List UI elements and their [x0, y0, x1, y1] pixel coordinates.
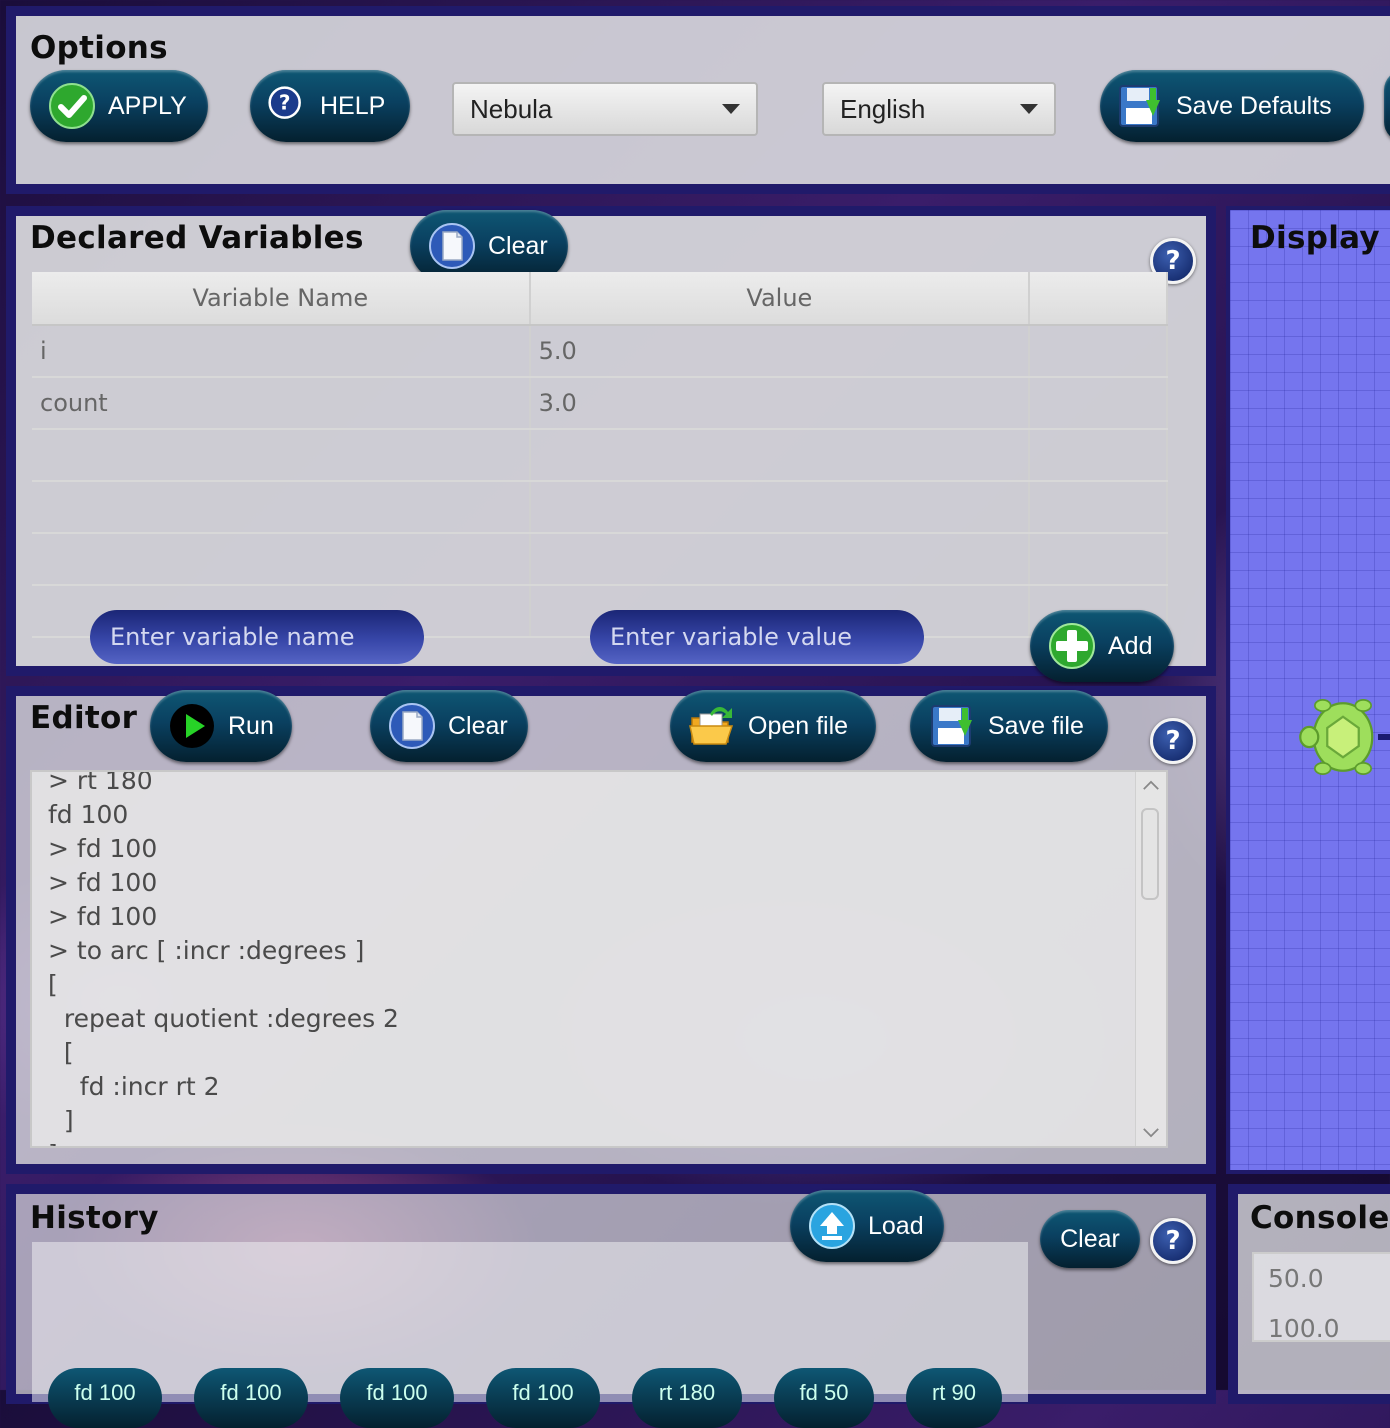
history-chip[interactable]: fd 100 [194, 1368, 308, 1428]
table-row-empty [32, 533, 1168, 586]
options-extra-button[interactable] [1384, 70, 1390, 142]
language-select[interactable]: English [822, 82, 1056, 136]
code-line: [ [48, 1038, 74, 1067]
svg-text:?: ? [279, 90, 291, 114]
theme-select[interactable]: Nebula [452, 82, 758, 136]
editor-title: Editor [30, 700, 138, 736]
turtle-trail-line [1378, 734, 1390, 740]
open-file-label: Open file [748, 711, 849, 740]
variable-value-input[interactable]: Enter variable value [590, 610, 924, 664]
history-chip[interactable]: fd 100 [48, 1368, 162, 1428]
help-button[interactable]: ? HELP [250, 70, 410, 142]
editor-help-icon[interactable]: ? [1150, 718, 1196, 764]
clear-document-icon [429, 223, 475, 269]
variables-table: Variable Name Value i 5.0 count 3.0 [32, 272, 1168, 638]
chevron-down-icon[interactable] [1142, 1127, 1160, 1138]
console-output: 50.0 100.0 [1252, 1252, 1390, 1343]
upload-icon [809, 1203, 855, 1249]
add-variable-button[interactable]: Add [1030, 610, 1174, 682]
editor-scroll-thumb[interactable] [1141, 808, 1159, 900]
variable-value-cell[interactable]: 3.0 [529, 377, 1031, 430]
table-row[interactable]: count 3.0 [32, 377, 1168, 430]
run-button[interactable]: Run [150, 690, 292, 762]
history-chip[interactable]: fd 50 [774, 1368, 874, 1428]
code-line: > fd 100 [48, 834, 158, 863]
console-title: Console [1250, 1200, 1390, 1236]
column-header-value[interactable]: Value [529, 272, 1031, 326]
console-line: 100.0 [1268, 1314, 1340, 1343]
history-clear-button[interactable]: Clear [1040, 1210, 1140, 1268]
history-help-icon[interactable]: ? [1150, 1218, 1196, 1264]
floppy-save-icon [931, 705, 972, 747]
code-line: > fd 100 [48, 868, 158, 897]
question-icon: ? [268, 86, 301, 119]
help-label: HELP [320, 91, 386, 120]
save-defaults-button[interactable]: Save Defaults [1100, 70, 1364, 142]
history-chip[interactable]: fd 100 [340, 1368, 454, 1428]
display-panel: Display [1226, 206, 1390, 1174]
code-line: [ [48, 970, 58, 999]
display-title: Display [1250, 220, 1380, 256]
theme-select-value: Nebula [470, 93, 553, 124]
code-line: > to arc [ :incr :degrees ] [48, 936, 365, 965]
variable-name-cell[interactable]: i [32, 325, 531, 378]
editor-scrollbar[interactable] [1135, 772, 1166, 1146]
history-chip[interactable]: rt 90 [906, 1368, 1002, 1428]
save-defaults-label: Save Defaults [1176, 91, 1332, 120]
play-icon [170, 704, 214, 748]
code-line: > fd 100 [48, 902, 158, 931]
history-chip[interactable]: fd 100 [486, 1368, 600, 1428]
language-select-value: English [840, 93, 926, 124]
options-panel: Options APPLY ? HELP Nebula English Save… [6, 6, 1390, 194]
apply-button[interactable]: APPLY [30, 70, 208, 142]
history-load-label: Load [868, 1211, 924, 1240]
clear-document-icon [389, 703, 435, 749]
code-line: fd :incr rt 2 [48, 1072, 220, 1101]
column-header-name[interactable]: Variable Name [32, 272, 531, 326]
chevron-up-icon[interactable] [1142, 780, 1160, 791]
code-editor[interactable]: > rt 180 fd 100 > fd 100 > fd 100 > fd 1… [30, 770, 1168, 1148]
table-row-empty [32, 429, 1168, 482]
history-title: History [30, 1200, 159, 1236]
column-header-empty [1029, 272, 1168, 326]
save-file-button[interactable]: Save file [910, 690, 1108, 762]
check-icon [49, 83, 95, 129]
code-line: fd 100 [48, 800, 129, 829]
editor-clear-label: Clear [448, 711, 508, 740]
variable-name-input[interactable]: Enter variable name [90, 610, 424, 664]
editor-clear-button[interactable]: Clear [370, 690, 528, 762]
options-title: Options [30, 30, 168, 66]
variable-value-cell[interactable]: 5.0 [529, 325, 1031, 378]
variables-clear-label: Clear [488, 231, 548, 260]
code-line: ] [48, 1140, 58, 1146]
turtle-icon [1299, 699, 1374, 775]
code-line: > rt 180 [48, 770, 153, 795]
open-file-button[interactable]: Open file [670, 690, 876, 762]
table-row-empty [32, 481, 1168, 534]
code-line: ] [48, 1106, 74, 1135]
open-folder-icon [689, 707, 734, 745]
table-row[interactable]: i 5.0 [32, 325, 1168, 378]
add-variable-label: Add [1108, 631, 1153, 660]
apply-label: APPLY [108, 91, 187, 120]
console-line: 50.0 [1268, 1264, 1324, 1293]
variables-title: Declared Variables [30, 220, 364, 256]
save-file-label: Save file [988, 711, 1084, 740]
code-line: repeat quotient :degrees 2 [48, 1004, 399, 1033]
history-load-button[interactable]: Load [790, 1190, 944, 1262]
floppy-save-icon [1119, 85, 1160, 127]
variable-name-cell[interactable]: count [32, 377, 531, 430]
chevron-down-icon [1020, 104, 1038, 114]
add-icon [1049, 623, 1095, 669]
history-chip[interactable]: rt 180 [632, 1368, 742, 1428]
chevron-down-icon [722, 104, 740, 114]
run-label: Run [228, 711, 274, 740]
